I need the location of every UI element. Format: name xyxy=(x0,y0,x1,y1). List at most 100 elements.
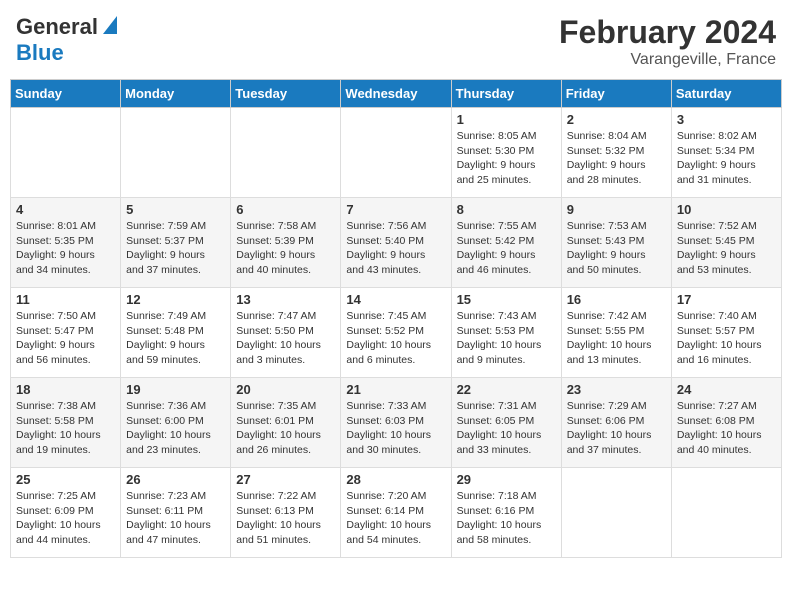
day-number: 27 xyxy=(236,472,335,487)
location-title: Varangeville, France xyxy=(559,51,776,69)
calendar-week-row: 18 Sunrise: 7:38 AM Sunset: 5:58 PM Dayli… xyxy=(11,378,782,468)
day-info: Sunrise: 7:38 AM Sunset: 5:58 PM Dayligh… xyxy=(16,399,115,458)
calendar-cell: 15 Sunrise: 7:43 AM Sunset: 5:53 PM Dayli… xyxy=(451,288,561,378)
calendar-cell: 1 Sunrise: 8:05 AM Sunset: 5:30 PM Daylig… xyxy=(451,108,561,198)
day-number: 17 xyxy=(677,292,776,307)
day-info: Sunrise: 7:49 AM Sunset: 5:48 PM Dayligh… xyxy=(126,309,225,368)
header-day-wednesday: Wednesday xyxy=(341,80,451,108)
day-number: 14 xyxy=(346,292,445,307)
day-info: Sunrise: 7:22 AM Sunset: 6:13 PM Dayligh… xyxy=(236,489,335,548)
day-number: 1 xyxy=(457,112,556,127)
calendar-cell: 9Sunrise: 7:53 AM Sunset: 5:43 PM Daylig… xyxy=(561,198,671,288)
day-info: Sunrise: 7:43 AM Sunset: 5:53 PM Dayligh… xyxy=(457,309,556,368)
header-day-friday: Friday xyxy=(561,80,671,108)
day-info: Sunrise: 7:42 AM Sunset: 5:55 PM Dayligh… xyxy=(567,309,666,368)
calendar-cell: 22 Sunrise: 7:31 AM Sunset: 6:05 PM Dayli… xyxy=(451,378,561,468)
logo: General Blue xyxy=(16,14,117,66)
day-number: 29 xyxy=(457,472,556,487)
logo-blue-text: Blue xyxy=(16,40,64,65)
day-info: Sunrise: 7:45 AM Sunset: 5:52 PM Dayligh… xyxy=(346,309,445,368)
day-info: Sunrise: 7:27 AM Sunset: 6:08 PM Dayligh… xyxy=(677,399,776,458)
day-number: 3 xyxy=(677,112,776,127)
calendar-cell xyxy=(121,108,231,198)
day-info: Sunrise: 7:25 AM Sunset: 6:09 PM Dayligh… xyxy=(16,489,115,548)
calendar-cell: 19Sunrise: 7:36 AM Sunset: 6:00 PM Dayli… xyxy=(121,378,231,468)
month-title: February 2024 xyxy=(559,14,776,51)
calendar-cell: 27 Sunrise: 7:22 AM Sunset: 6:13 PM Dayli… xyxy=(231,468,341,558)
day-info: Sunrise: 7:59 AM Sunset: 5:37 PM Dayligh… xyxy=(126,219,225,278)
header-day-tuesday: Tuesday xyxy=(231,80,341,108)
day-info: Sunrise: 8:04 AM Sunset: 5:32 PM Dayligh… xyxy=(567,129,666,188)
header: General Blue February 2024 Varangeville,… xyxy=(10,10,782,73)
day-info: Sunrise: 7:31 AM Sunset: 6:05 PM Dayligh… xyxy=(457,399,556,458)
calendar-cell: 21 Sunrise: 7:33 AM Sunset: 6:03 PM Dayli… xyxy=(341,378,451,468)
calendar-cell: 11 Sunrise: 7:50 AM Sunset: 5:47 PM Dayli… xyxy=(11,288,121,378)
calendar-cell: 6 Sunrise: 7:58 AM Sunset: 5:39 PM Daylig… xyxy=(231,198,341,288)
day-number: 26 xyxy=(126,472,225,487)
day-number: 11 xyxy=(16,292,115,307)
logo-icon xyxy=(99,16,117,34)
calendar-cell: 14 Sunrise: 7:45 AM Sunset: 5:52 PM Dayli… xyxy=(341,288,451,378)
day-info: Sunrise: 8:02 AM Sunset: 5:34 PM Dayligh… xyxy=(677,129,776,188)
day-number: 25 xyxy=(16,472,115,487)
day-number: 20 xyxy=(236,382,335,397)
calendar-cell xyxy=(341,108,451,198)
calendar-cell: 10 Sunrise: 7:52 AM Sunset: 5:45 PM Dayli… xyxy=(671,198,781,288)
day-number: 2 xyxy=(567,112,666,127)
day-info: Sunrise: 7:36 AM Sunset: 6:00 PM Dayligh… xyxy=(126,399,225,458)
day-number: 4 xyxy=(16,202,115,217)
day-info: Sunrise: 8:05 AM Sunset: 5:30 PM Dayligh… xyxy=(457,129,556,188)
calendar-week-row: 4 Sunrise: 8:01 AM Sunset: 5:35 PM Daylig… xyxy=(11,198,782,288)
day-number: 6 xyxy=(236,202,335,217)
calendar-cell: 3 Sunrise: 8:02 AM Sunset: 5:34 PM Daylig… xyxy=(671,108,781,198)
day-info: Sunrise: 7:53 AM Sunset: 5:43 PM Dayligh… xyxy=(567,219,666,278)
calendar-cell: 16 Sunrise: 7:42 AM Sunset: 5:55 PM Dayli… xyxy=(561,288,671,378)
calendar-cell: 24 Sunrise: 7:27 AM Sunset: 6:08 PM Dayli… xyxy=(671,378,781,468)
day-info: Sunrise: 7:23 AM Sunset: 6:11 PM Dayligh… xyxy=(126,489,225,548)
day-number: 5 xyxy=(126,202,225,217)
calendar-cell xyxy=(11,108,121,198)
calendar-cell xyxy=(231,108,341,198)
header-day-thursday: Thursday xyxy=(451,80,561,108)
calendar-cell: 8Sunrise: 7:55 AM Sunset: 5:42 PM Daylig… xyxy=(451,198,561,288)
calendar-cell xyxy=(671,468,781,558)
day-number: 15 xyxy=(457,292,556,307)
day-info: Sunrise: 7:56 AM Sunset: 5:40 PM Dayligh… xyxy=(346,219,445,278)
day-info: Sunrise: 7:40 AM Sunset: 5:57 PM Dayligh… xyxy=(677,309,776,368)
header-day-monday: Monday xyxy=(121,80,231,108)
day-info: Sunrise: 7:33 AM Sunset: 6:03 PM Dayligh… xyxy=(346,399,445,458)
day-number: 24 xyxy=(677,382,776,397)
logo-general-text: General xyxy=(16,14,98,40)
day-number: 22 xyxy=(457,382,556,397)
day-number: 12 xyxy=(126,292,225,307)
day-info: Sunrise: 7:52 AM Sunset: 5:45 PM Dayligh… xyxy=(677,219,776,278)
day-number: 18 xyxy=(16,382,115,397)
day-number: 10 xyxy=(677,202,776,217)
calendar-cell xyxy=(561,468,671,558)
calendar-cell: 12 Sunrise: 7:49 AM Sunset: 5:48 PM Dayli… xyxy=(121,288,231,378)
calendar-cell: 23Sunrise: 7:29 AM Sunset: 6:06 PM Dayli… xyxy=(561,378,671,468)
calendar-week-row: 11 Sunrise: 7:50 AM Sunset: 5:47 PM Dayli… xyxy=(11,288,782,378)
day-number: 16 xyxy=(567,292,666,307)
day-number: 21 xyxy=(346,382,445,397)
day-info: Sunrise: 7:58 AM Sunset: 5:39 PM Dayligh… xyxy=(236,219,335,278)
day-info: Sunrise: 8:01 AM Sunset: 5:35 PM Dayligh… xyxy=(16,219,115,278)
day-number: 28 xyxy=(346,472,445,487)
calendar-cell: 17 Sunrise: 7:40 AM Sunset: 5:57 PM Dayli… xyxy=(671,288,781,378)
calendar-table: SundayMondayTuesdayWednesdayThursdayFrid… xyxy=(10,79,782,558)
calendar-cell: 25 Sunrise: 7:25 AM Sunset: 6:09 PM Dayli… xyxy=(11,468,121,558)
calendar-cell: 4 Sunrise: 8:01 AM Sunset: 5:35 PM Daylig… xyxy=(11,198,121,288)
day-info: Sunrise: 7:50 AM Sunset: 5:47 PM Dayligh… xyxy=(16,309,115,368)
title-area: February 2024 Varangeville, France xyxy=(559,14,776,69)
calendar-cell: 7 Sunrise: 7:56 AM Sunset: 5:40 PM Daylig… xyxy=(341,198,451,288)
calendar-cell: 13Sunrise: 7:47 AM Sunset: 5:50 PM Dayli… xyxy=(231,288,341,378)
calendar-week-row: 25 Sunrise: 7:25 AM Sunset: 6:09 PM Dayli… xyxy=(11,468,782,558)
calendar-cell: 26 Sunrise: 7:23 AM Sunset: 6:11 PM Dayli… xyxy=(121,468,231,558)
day-info: Sunrise: 7:47 AM Sunset: 5:50 PM Dayligh… xyxy=(236,309,335,368)
calendar-cell: 5 Sunrise: 7:59 AM Sunset: 5:37 PM Daylig… xyxy=(121,198,231,288)
day-number: 7 xyxy=(346,202,445,217)
calendar-cell: 20 Sunrise: 7:35 AM Sunset: 6:01 PM Dayli… xyxy=(231,378,341,468)
day-info: Sunrise: 7:35 AM Sunset: 6:01 PM Dayligh… xyxy=(236,399,335,458)
calendar-week-row: 1 Sunrise: 8:05 AM Sunset: 5:30 PM Daylig… xyxy=(11,108,782,198)
day-info: Sunrise: 7:20 AM Sunset: 6:14 PM Dayligh… xyxy=(346,489,445,548)
